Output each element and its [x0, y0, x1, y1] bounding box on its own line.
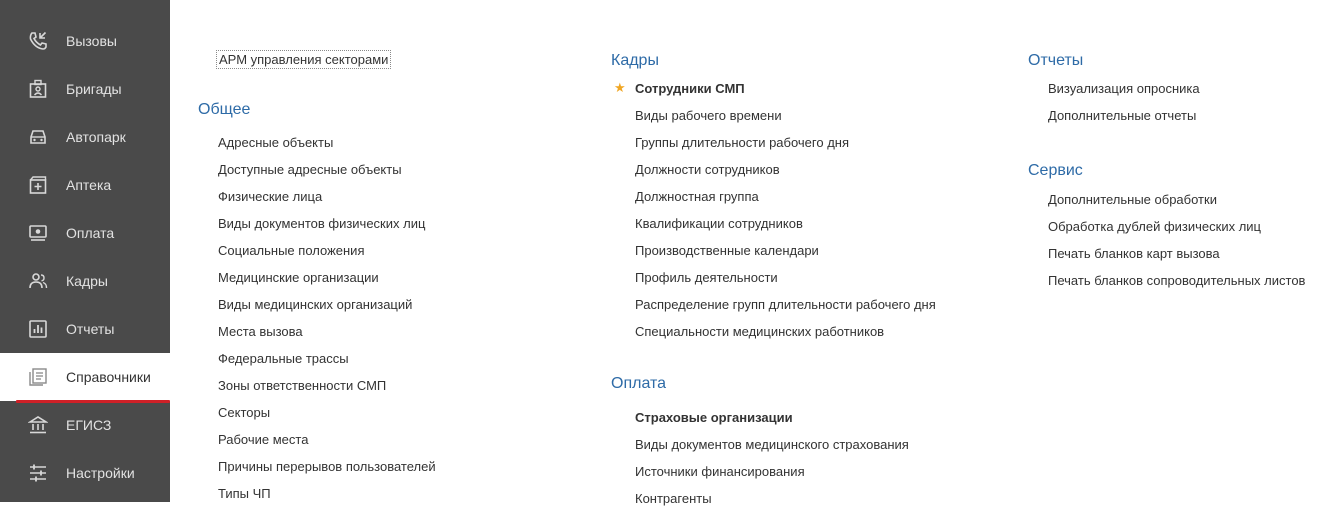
pharmacy-icon: [28, 175, 48, 195]
service-link[interactable]: Печать бланков карт вызова: [1048, 246, 1220, 261]
sidebar-item-label: Вызовы: [66, 33, 117, 49]
sidebar-item-pharmacy[interactable]: Аптека: [0, 161, 170, 209]
general-link[interactable]: Адресные объекты: [218, 135, 333, 150]
general-link[interactable]: Виды документов физических лиц: [218, 216, 425, 231]
section-title-reports: Отчеты: [1028, 52, 1084, 69]
general-link[interactable]: Места вызова: [218, 324, 303, 339]
payment-link[interactable]: Источники финансирования: [635, 464, 805, 479]
general-link[interactable]: Зоны ответственности СМП: [218, 378, 386, 393]
sidebar-item-payment[interactable]: Оплата: [0, 209, 170, 257]
general-link[interactable]: Причины перерывов пользователей: [218, 459, 436, 474]
general-link[interactable]: Типы ЧП: [218, 486, 271, 501]
sidebar-item-brigades[interactable]: Бригады: [0, 65, 170, 113]
staff-link[interactable]: Должностная группа: [635, 189, 759, 204]
section-title-general: Общее: [198, 101, 251, 118]
sidebar-item-settings[interactable]: Настройки: [0, 449, 170, 497]
sidebar-item-label: Кадры: [66, 273, 108, 289]
sidebar-item-directories[interactable]: Справочники: [0, 353, 170, 403]
section-title-payment: Оплата: [611, 375, 667, 392]
staff-link[interactable]: Группы длительности рабочего дня: [635, 135, 849, 150]
sidebar: Вызовы Бригады Автопарк Аптека Оплата Ка…: [0, 0, 170, 502]
payment-icon: [28, 223, 48, 243]
sidebar-item-label: Отчеты: [66, 321, 115, 337]
service-link[interactable]: Обработка дублей физических лиц: [1048, 219, 1261, 234]
reports-link[interactable]: Дополнительные отчеты: [1048, 108, 1196, 123]
staff-link[interactable]: Производственные календари: [635, 243, 819, 258]
sidebar-item-label: Настройки: [66, 465, 135, 481]
sidebar-item-label: Бригады: [66, 81, 122, 97]
reports-link[interactable]: Визуализация опросника: [1048, 81, 1200, 96]
government-building-icon: [28, 415, 48, 435]
service-link[interactable]: Дополнительные обработки: [1048, 192, 1217, 207]
service-link[interactable]: Печать бланков сопроводительных листов: [1048, 273, 1305, 288]
payment-link-insurers[interactable]: Страховые организации: [635, 410, 793, 425]
sidebar-item-label: Оплата: [66, 225, 115, 241]
sidebar-item-label: Справочники: [66, 369, 151, 385]
reports-chart-icon: [28, 319, 48, 339]
staff-link[interactable]: Виды рабочего времени: [635, 108, 782, 123]
sidebar-item-calls[interactable]: Вызовы: [0, 17, 170, 65]
staff-icon: [28, 271, 48, 291]
general-link[interactable]: Секторы: [218, 405, 270, 420]
sidebar-item-egisz[interactable]: ЕГИСЗ: [0, 401, 170, 449]
general-link[interactable]: Медицинские организации: [218, 270, 379, 285]
general-link[interactable]: Федеральные трассы: [218, 351, 349, 366]
directory-list-icon: [28, 367, 48, 387]
sidebar-item-label: Автопарк: [66, 129, 126, 145]
staff-link[interactable]: Профиль деятельности: [635, 270, 778, 285]
general-link[interactable]: Рабочие места: [218, 432, 308, 447]
general-link[interactable]: Социальные положения: [218, 243, 365, 258]
sliders-icon: [28, 463, 48, 483]
payment-link[interactable]: Контрагенты: [635, 491, 712, 506]
general-link[interactable]: Виды медицинских организаций: [218, 297, 412, 312]
staff-link[interactable]: Специальности медицинских работников: [635, 324, 884, 339]
section-title-service: Сервис: [1028, 162, 1083, 179]
staff-link[interactable]: Квалификации сотрудников: [635, 216, 803, 231]
general-link[interactable]: Доступные адресные объекты: [218, 162, 402, 177]
staff-link[interactable]: Распределение групп длительности рабочег…: [635, 297, 936, 312]
general-link[interactable]: Физические лица: [218, 189, 322, 204]
payment-link[interactable]: Виды документов медицинского страхования: [635, 437, 909, 452]
car-icon: [28, 127, 48, 147]
sidebar-item-label: ЕГИСЗ: [66, 417, 112, 433]
staff-link-employees[interactable]: Сотрудники СМП: [635, 81, 745, 96]
team-board-icon: [28, 79, 48, 99]
sidebar-item-staff[interactable]: Кадры: [0, 257, 170, 305]
section-title-staff: Кадры: [611, 52, 659, 69]
staff-link[interactable]: Должности сотрудников: [635, 162, 780, 177]
sidebar-item-label: Аптека: [66, 177, 112, 193]
sidebar-item-reports[interactable]: Отчеты: [0, 305, 170, 353]
sidebar-item-fleet[interactable]: Автопарк: [0, 113, 170, 161]
phone-calls-icon: [28, 31, 48, 51]
star-icon[interactable]: ★: [614, 80, 626, 96]
arm-sector-management-link[interactable]: АРМ управления секторами: [216, 50, 392, 69]
